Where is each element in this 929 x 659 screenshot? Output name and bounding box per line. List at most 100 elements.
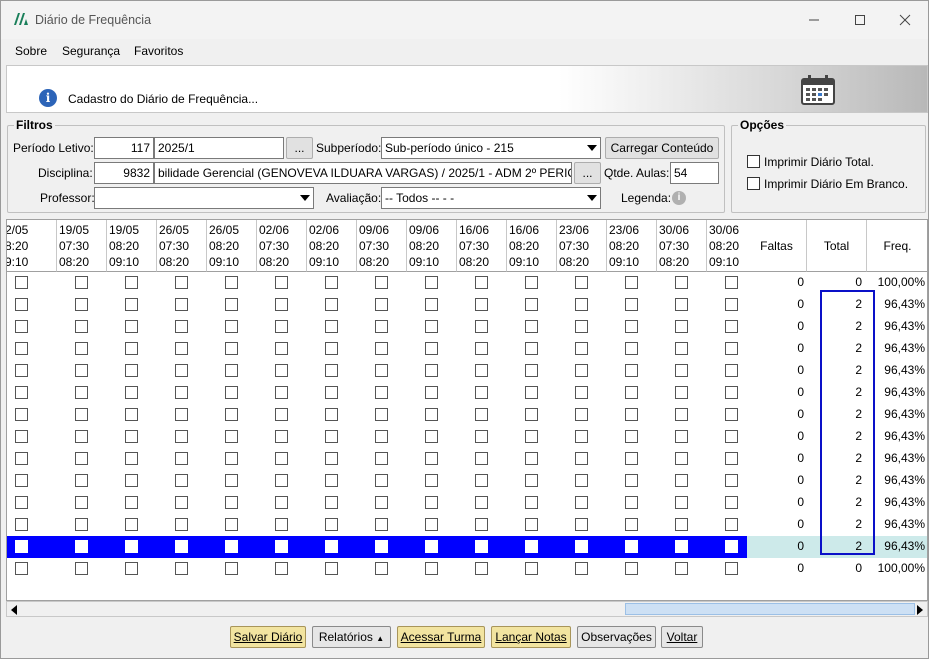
salvar-diario-button[interactable]: Salvar Diário <box>230 626 306 648</box>
attendance-checkbox[interactable] <box>125 408 138 421</box>
periodo-value-field[interactable]: 2025/1 <box>154 137 284 159</box>
attendance-checkbox[interactable] <box>325 386 338 399</box>
attendance-checkbox[interactable] <box>425 452 438 465</box>
attendance-checkbox[interactable] <box>125 496 138 509</box>
attendance-checkbox[interactable] <box>725 540 738 553</box>
attendance-checkbox[interactable] <box>15 562 28 575</box>
attendance-checkbox[interactable] <box>475 298 488 311</box>
attendance-checkbox[interactable] <box>425 562 438 575</box>
attendance-checkbox[interactable] <box>175 562 188 575</box>
attendance-checkbox[interactable] <box>75 452 88 465</box>
attendance-checkbox[interactable] <box>375 320 388 333</box>
attendance-checkbox[interactable] <box>625 430 638 443</box>
attendance-checkbox[interactable] <box>275 342 288 355</box>
attendance-checkbox[interactable] <box>75 298 88 311</box>
attendance-checkbox[interactable] <box>175 474 188 487</box>
attendance-checkbox[interactable] <box>75 474 88 487</box>
attendance-checkbox[interactable] <box>225 496 238 509</box>
attendance-checkbox[interactable] <box>175 298 188 311</box>
attendance-checkbox[interactable] <box>625 452 638 465</box>
attendance-checkbox[interactable] <box>625 496 638 509</box>
attendance-checkbox[interactable] <box>525 518 538 531</box>
attendance-checkbox[interactable] <box>75 364 88 377</box>
attendance-checkbox[interactable] <box>325 298 338 311</box>
attendance-checkbox[interactable] <box>275 496 288 509</box>
table-row[interactable]: 0 2 96,43% <box>7 338 927 360</box>
attendance-checkbox[interactable] <box>225 386 238 399</box>
attendance-checkbox[interactable] <box>575 320 588 333</box>
attendance-checkbox[interactable] <box>475 320 488 333</box>
attendance-checkbox[interactable] <box>475 540 488 553</box>
imprimir-branco-checkbox[interactable] <box>747 177 760 190</box>
attendance-checkbox[interactable] <box>575 496 588 509</box>
attendance-checkbox[interactable] <box>575 364 588 377</box>
table-row[interactable]: 0 0 100,00% <box>7 272 927 294</box>
disciplina-lookup-button[interactable]: ... <box>574 162 601 184</box>
table-row[interactable]: 0 2 96,43% <box>7 382 927 404</box>
attendance-checkbox[interactable] <box>725 408 738 421</box>
attendance-checkbox[interactable] <box>425 320 438 333</box>
attendance-checkbox[interactable] <box>425 364 438 377</box>
attendance-checkbox[interactable] <box>175 540 188 553</box>
attendance-checkbox[interactable] <box>675 276 688 289</box>
attendance-checkbox[interactable] <box>725 430 738 443</box>
table-row[interactable]: 0 2 96,43% <box>7 404 927 426</box>
attendance-checkbox[interactable] <box>325 540 338 553</box>
attendance-checkbox[interactable] <box>725 496 738 509</box>
attendance-checkbox[interactable] <box>75 408 88 421</box>
attendance-checkbox[interactable] <box>75 386 88 399</box>
attendance-checkbox[interactable] <box>125 562 138 575</box>
attendance-checkbox[interactable] <box>575 298 588 311</box>
attendance-checkbox[interactable] <box>525 298 538 311</box>
attendance-checkbox[interactable] <box>175 430 188 443</box>
imprimir-total-checkbox[interactable] <box>747 155 760 168</box>
attendance-checkbox[interactable] <box>125 298 138 311</box>
attendance-checkbox[interactable] <box>675 430 688 443</box>
attendance-checkbox[interactable] <box>475 430 488 443</box>
table-row[interactable]: 0 2 96,43% <box>7 316 927 338</box>
attendance-checkbox[interactable] <box>375 474 388 487</box>
close-button[interactable] <box>882 1 928 39</box>
minimize-button[interactable] <box>791 1 837 39</box>
attendance-checkbox[interactable] <box>125 320 138 333</box>
relatorios-button[interactable]: Relatórios ▲ <box>312 626 391 648</box>
table-row[interactable]: 0 2 96,43% <box>7 448 927 470</box>
attendance-checkbox[interactable] <box>125 452 138 465</box>
attendance-checkbox[interactable] <box>325 518 338 531</box>
attendance-checkbox[interactable] <box>15 408 28 421</box>
attendance-checkbox[interactable] <box>725 298 738 311</box>
attendance-checkbox[interactable] <box>525 386 538 399</box>
attendance-checkbox[interactable] <box>625 320 638 333</box>
attendance-checkbox[interactable] <box>725 276 738 289</box>
attendance-checkbox[interactable] <box>75 276 88 289</box>
attendance-checkbox[interactable] <box>675 408 688 421</box>
attendance-checkbox[interactable] <box>575 342 588 355</box>
attendance-checkbox[interactable] <box>475 408 488 421</box>
attendance-checkbox[interactable] <box>475 386 488 399</box>
attendance-checkbox[interactable] <box>375 386 388 399</box>
attendance-checkbox[interactable] <box>225 364 238 377</box>
attendance-checkbox[interactable] <box>15 430 28 443</box>
attendance-checkbox[interactable] <box>675 386 688 399</box>
attendance-checkbox[interactable] <box>15 342 28 355</box>
attendance-checkbox[interactable] <box>625 342 638 355</box>
table-row[interactable]: 0 2 96,43% <box>7 492 927 514</box>
attendance-checkbox[interactable] <box>525 364 538 377</box>
attendance-checkbox[interactable] <box>375 364 388 377</box>
attendance-checkbox[interactable] <box>675 320 688 333</box>
attendance-checkbox[interactable] <box>725 386 738 399</box>
attendance-checkbox[interactable] <box>675 298 688 311</box>
periodo-code-field[interactable]: 117 <box>94 137 154 159</box>
attendance-checkbox[interactable] <box>575 474 588 487</box>
attendance-checkbox[interactable] <box>575 452 588 465</box>
table-row[interactable]: 0 0 100,00% <box>7 558 927 580</box>
legend-help-icon[interactable]: i <box>672 191 686 205</box>
attendance-checkbox[interactable] <box>475 452 488 465</box>
attendance-checkbox[interactable] <box>375 430 388 443</box>
attendance-checkbox[interactable] <box>175 342 188 355</box>
attendance-checkbox[interactable] <box>15 298 28 311</box>
attendance-checkbox[interactable] <box>125 430 138 443</box>
professor-select[interactable] <box>94 187 314 209</box>
subperiodo-select[interactable]: Sub-período único - 215 <box>381 137 601 159</box>
horizontal-scrollbar[interactable] <box>6 601 928 617</box>
